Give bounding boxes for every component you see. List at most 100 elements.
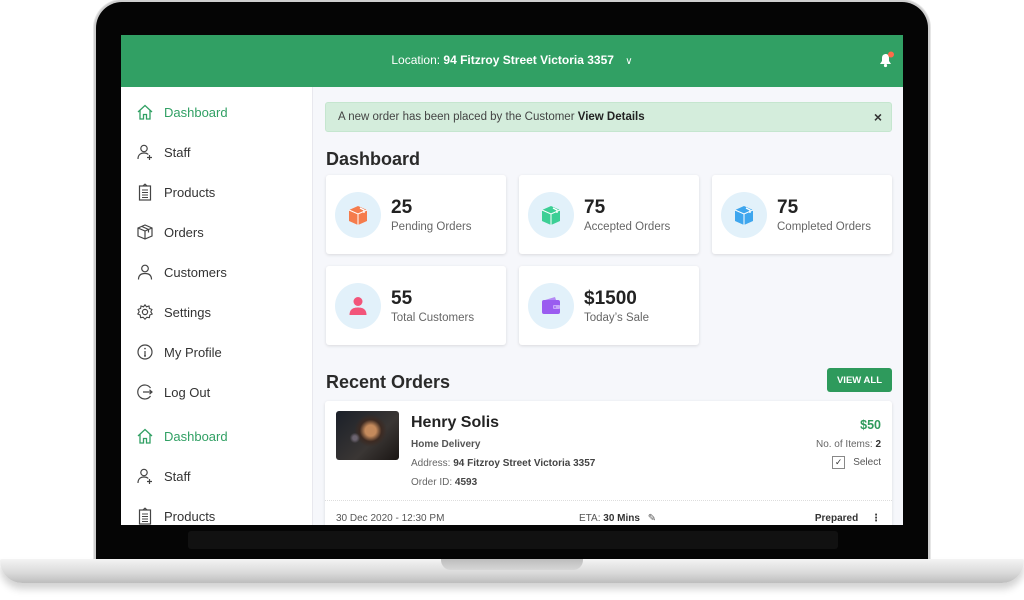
order-id-value: 4593	[454, 477, 478, 488]
new-order-alert: A new order has been placed by the Custo…	[325, 102, 892, 132]
view-details-link[interactable]: View Details	[578, 111, 645, 123]
checkmark-icon[interactable]: ✓	[832, 456, 846, 469]
recent-orders-title: Recent Orders	[326, 372, 451, 392]
status-label: Prepared	[814, 513, 859, 524]
stat-card-accepted-orders[interactable]: 75 Accepted Orders	[519, 175, 699, 254]
sidebar-item-products[interactable]: Products	[136, 180, 215, 204]
stat-card-pending-orders[interactable]: 25 Pending Orders	[326, 175, 506, 254]
box-icon	[541, 206, 561, 225]
order-type: Home Delivery	[411, 439, 481, 450]
sidebar-item-label: Log Out	[164, 384, 211, 400]
order-divider	[325, 500, 892, 501]
app-screen: Location: 94 Fitzroy Street Victoria 335…	[121, 35, 903, 525]
clipboard-icon	[138, 183, 152, 201]
sidebar-item-staff[interactable]: Staff	[136, 140, 191, 164]
customer-photo	[336, 411, 399, 460]
stat-icon-wrap	[721, 192, 767, 238]
address-label: Address:	[411, 458, 451, 469]
stat-value: 75	[777, 197, 799, 218]
location-value: 94 Fitzroy Street Victoria 3357	[443, 53, 614, 67]
sidebar-item-orders[interactable]: Orders	[136, 220, 204, 244]
location-prefix: Location:	[391, 53, 441, 67]
select-label: Select	[853, 457, 881, 468]
stat-icon-wrap	[528, 192, 574, 238]
bell-icon[interactable]	[877, 51, 895, 69]
stat-label: Total Customers	[391, 312, 475, 324]
stat-label: Accepted Orders	[584, 221, 671, 233]
laptop-hinge	[188, 531, 838, 549]
sidebar-item-dashboard[interactable]: Dashboard	[136, 424, 228, 448]
sidebar-item-label: My Profile	[164, 344, 222, 360]
sidebar-item-label: Orders	[164, 224, 204, 240]
logout-icon	[137, 384, 153, 400]
sidebar-item-label: Products	[164, 508, 216, 524]
sidebar-item-staff[interactable]: Staff	[136, 464, 191, 488]
stat-card-total-customers[interactable]: 55 Total Customers	[326, 266, 506, 345]
home-icon	[137, 428, 153, 444]
add-user-icon	[137, 144, 152, 160]
stat-icon-wrap	[335, 283, 381, 329]
sidebar-item-dashboard[interactable]: Dashboard	[136, 100, 228, 124]
sidebar-item-my-profile[interactable]: My Profile	[136, 340, 222, 364]
stat-label: Pending Orders	[391, 221, 472, 233]
sidebar-item-label: Dashboard	[164, 104, 228, 120]
order-card[interactable]: Henry Solis Home Delivery Address: 94 Fi…	[325, 401, 892, 525]
sidebar-item-label: Staff	[164, 144, 191, 160]
home-icon	[137, 104, 153, 120]
stat-value: 55	[391, 288, 413, 309]
close-icon[interactable]: ×	[874, 109, 882, 125]
add-user-icon	[137, 468, 152, 484]
stat-card-completed-orders[interactable]: 75 Completed Orders	[712, 175, 892, 254]
address-value: 94 Fitzroy Street Victoria 3357	[453, 458, 596, 469]
sidebar-item-label: Staff	[164, 468, 191, 484]
order-id-label: Order ID:	[411, 477, 453, 488]
user-icon	[349, 297, 367, 315]
stat-card-todays-sale[interactable]: $1500 Today’s Sale	[519, 266, 699, 345]
stat-icon-wrap	[335, 192, 381, 238]
top-bar: Location: 94 Fitzroy Street Victoria 335…	[121, 35, 903, 87]
order-price: $50	[860, 418, 881, 432]
eta-label: ETA:	[579, 513, 601, 524]
select-checkbox[interactable]: ✓ Select	[832, 456, 881, 469]
laptop-mockup: Location: 94 Fitzroy Street Victoria 335…	[0, 0, 1024, 600]
gear-icon	[136, 303, 154, 320]
stat-value: 25	[391, 197, 413, 218]
clipboard-icon	[138, 507, 152, 525]
page-title: Dashboard	[326, 149, 421, 169]
location-selector[interactable]: Location: 94 Fitzroy Street Victoria 335…	[121, 53, 903, 67]
sidebar-item-settings[interactable]: Settings	[136, 300, 211, 324]
sidebar: Dashboard Staff Products Orders Customer…	[121, 87, 313, 525]
sidebar-item-label: Products	[164, 184, 216, 200]
sidebar-item-customers[interactable]: Customers	[136, 260, 227, 284]
order-eta: ETA: 30 Mins ✎	[579, 513, 656, 524]
notification-dot	[888, 51, 894, 58]
view-all-button[interactable]: VIEW ALL	[827, 368, 892, 392]
sidebar-item-label: Customers	[164, 264, 227, 280]
chevron-down-icon[interactable]: ∨	[625, 56, 632, 67]
sidebar-item-log-out[interactable]: Log Out	[136, 380, 210, 404]
more-options-icon[interactable]: ⋮	[871, 513, 881, 524]
stat-value: $1500	[584, 288, 637, 309]
customer-name: Henry Solis	[411, 414, 500, 431]
laptop-notch	[441, 559, 583, 570]
stat-label: Completed Orders	[777, 221, 871, 233]
order-address: Address: 94 Fitzroy Street Victoria 3357	[411, 458, 595, 469]
pencil-icon[interactable]: ✎	[648, 513, 656, 524]
order-id: Order ID: 4593	[411, 477, 477, 488]
box-icon	[734, 206, 754, 225]
eta-value: 30 Mins	[603, 513, 640, 524]
user-icon	[137, 264, 153, 280]
items-label: No. of Items:	[815, 439, 873, 450]
box-icon	[137, 224, 153, 240]
main-content: A new order has been placed by the Custo…	[314, 87, 903, 525]
box-icon	[348, 206, 368, 225]
info-icon	[137, 344, 153, 360]
sidebar-item-label: Settings	[164, 304, 211, 320]
stat-value: 75	[584, 197, 606, 218]
stat-label: Today’s Sale	[584, 312, 649, 324]
alert-message: A new order has been placed by the Custo…	[338, 111, 575, 123]
sidebar-item-products[interactable]: Products	[136, 504, 215, 525]
wallet-icon	[542, 297, 560, 314]
order-status: Prepared ⋮	[815, 513, 881, 524]
order-items-count: No. of Items: 2	[816, 439, 881, 450]
